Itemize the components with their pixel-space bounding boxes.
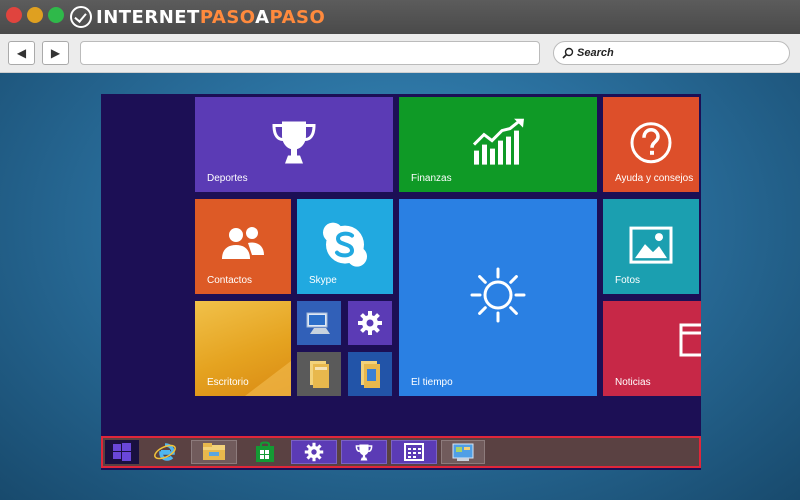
settings-icon [304, 442, 324, 462]
computer-icon [306, 312, 330, 334]
back-button[interactable]: ◀ [8, 41, 35, 65]
tile-label: Fotos [615, 275, 641, 286]
back-arrow-icon: ◀ [16, 46, 27, 60]
taskbar-control-panel[interactable] [441, 440, 485, 464]
internet-explorer-icon [154, 443, 176, 461]
library-icon [361, 361, 380, 388]
gear-icon [358, 311, 382, 335]
help-question-icon [630, 121, 672, 163]
tile-noticias[interactable]: Noticias [603, 301, 701, 396]
forward-arrow-icon: ▶ [50, 46, 61, 60]
tile-label: Skype [309, 275, 337, 286]
tile-finanzas[interactable]: Finanzas [399, 97, 597, 192]
maximize-window-button[interactable] [48, 7, 64, 23]
file-explorer-icon [203, 443, 225, 460]
tile-label: Escritorio [207, 377, 249, 388]
calendar-icon [404, 443, 424, 461]
tile-library[interactable] [348, 352, 392, 396]
tile-skype[interactable]: Skype [297, 199, 393, 294]
tile-label: Deportes [207, 173, 248, 184]
tile-deportes[interactable]: Deportes [195, 97, 393, 192]
taskbar-store[interactable] [243, 440, 287, 464]
close-window-button[interactable] [6, 7, 22, 23]
tile-settings[interactable] [348, 301, 392, 345]
taskbar-internet-explorer[interactable] [145, 440, 185, 464]
tile-label: Noticias [615, 377, 651, 388]
control-panel-icon [452, 443, 474, 461]
windows-logo-icon [113, 443, 131, 461]
trophy-icon [272, 121, 316, 163]
minimize-window-button[interactable] [27, 7, 43, 23]
brand-name: INTERNETPASOAPASO [96, 6, 326, 28]
tile-folder[interactable] [297, 352, 341, 396]
tile-fotos[interactable]: Fotos [603, 199, 699, 294]
search-placeholder: Search [577, 47, 614, 59]
tile-computer[interactable] [297, 301, 341, 345]
photo-icon [629, 226, 673, 264]
taskbar-sports[interactable] [341, 440, 387, 464]
tile-label: Finanzas [411, 173, 452, 184]
tile-label: El tiempo [411, 377, 453, 388]
finance-chart-icon [472, 118, 524, 165]
tile-ayuda-y-consejos[interactable]: Ayuda y consejos [603, 97, 699, 192]
taskbar-calendar[interactable] [391, 440, 437, 464]
tile-contactos[interactable]: Contactos [195, 199, 291, 294]
taskbar-settings[interactable] [291, 440, 337, 464]
tile-label: Contactos [207, 275, 253, 286]
folder-icon [310, 361, 329, 388]
search-input[interactable]: Search [553, 41, 790, 65]
people-icon [222, 226, 264, 259]
store-icon [256, 441, 274, 462]
checkmark-logo-icon [70, 6, 92, 28]
taskbar-start-button[interactable] [105, 440, 139, 464]
trophy-icon [355, 444, 373, 460]
forward-button[interactable]: ▶ [42, 41, 69, 65]
tile-escritorio[interactable]: Escritorio [195, 301, 291, 396]
start-screen: Deportes Finanzas Ayuda y consejos Conta… [101, 94, 701, 470]
skype-icon [323, 222, 367, 267]
taskbar-file-explorer[interactable] [191, 440, 237, 464]
sun-icon [470, 267, 526, 322]
tile-el-tiempo[interactable]: El tiempo [399, 199, 597, 396]
browser-title-bar: INTERNETPASOAPASO [0, 0, 800, 34]
taskbar [101, 436, 701, 468]
tile-label: Ayuda y consejos [615, 173, 694, 184]
browser-toolbar: ◀ ▶ Search [0, 34, 800, 73]
search-icon [562, 47, 574, 59]
brand-logo: INTERNETPASOAPASO [70, 4, 325, 30]
news-icon [679, 323, 701, 357]
address-bar[interactable] [80, 41, 540, 65]
